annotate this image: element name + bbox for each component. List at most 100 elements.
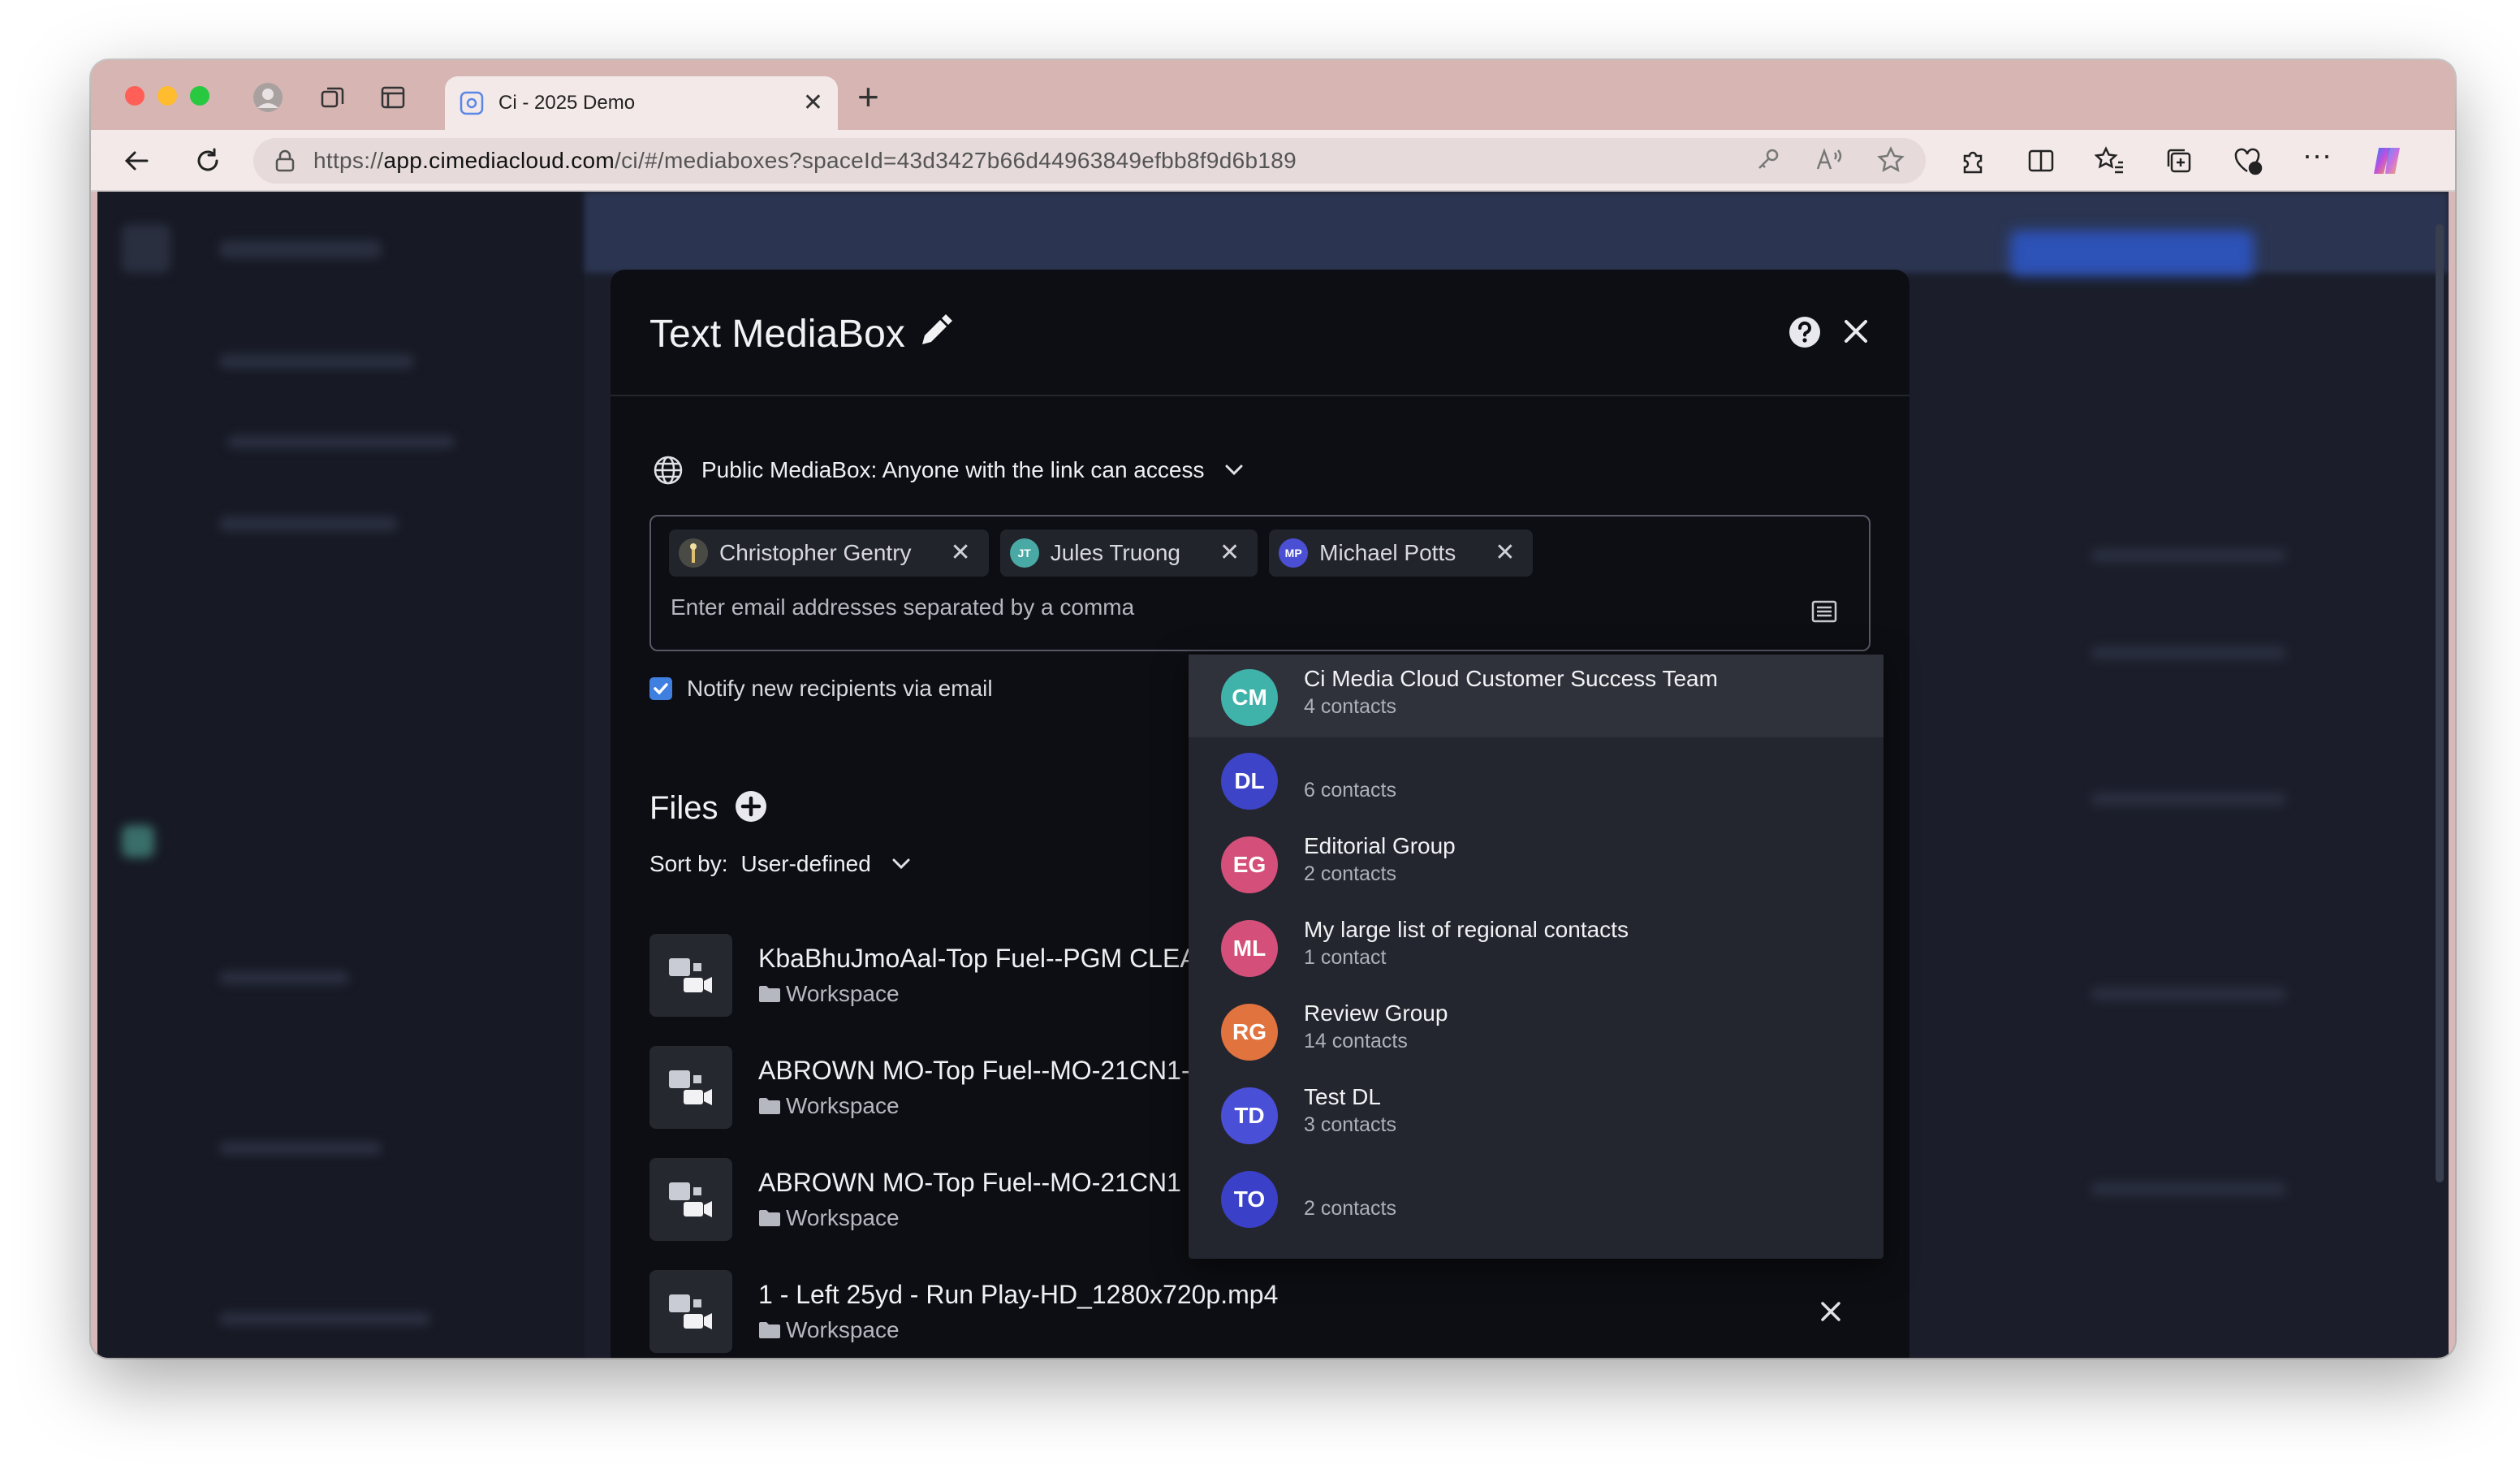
email-input[interactable] — [671, 594, 1726, 620]
notify-checkbox[interactable] — [649, 677, 672, 700]
file-name[interactable]: KbaBhuJmoAal-Top Fuel--PGM CLEA — [758, 944, 1197, 974]
distribution-list-dropdown: CM Ci Media Cloud Customer Success Team 4 … — [1189, 655, 1884, 1259]
remove-recipient-icon[interactable]: ✕ — [1219, 541, 1240, 565]
modal-header: Text MediaBox — [611, 270, 1909, 396]
sort-value[interactable]: User-defined — [740, 851, 870, 877]
dropdown-option[interactable]: RG Review Group 14 contacts — [1189, 989, 1884, 1072]
video-thumbnail-icon — [649, 1270, 732, 1353]
collections-icon[interactable] — [2164, 146, 2194, 175]
tab-strip: Ci - 2025 Demo ✕ + — [91, 60, 2455, 130]
remove-recipient-icon[interactable]: ✕ — [1495, 541, 1515, 565]
pencil-edit-icon[interactable] — [917, 312, 955, 353]
page-scrollbar[interactable] — [2436, 224, 2444, 1182]
close-icon[interactable] — [1841, 317, 1871, 350]
avatar: EG — [1221, 836, 1278, 893]
access-selector[interactable]: Public MediaBox: Anyone with the link ca… — [653, 455, 1246, 486]
contact-list-icon[interactable] — [1810, 598, 1838, 629]
maximize-window-button[interactable] — [190, 86, 209, 106]
help-icon[interactable] — [1788, 315, 1822, 353]
folder-icon — [759, 1322, 780, 1338]
avatar: TO — [1221, 1171, 1278, 1228]
favorites-icon[interactable] — [2095, 146, 2125, 175]
contact-count: 3 contacts — [1304, 1113, 1396, 1136]
modal-title: Text MediaBox — [649, 313, 905, 356]
recipient-chips: Christopher Gentry ✕ JT Jules Truong ✕ MP Mich… — [669, 529, 1534, 577]
blurred-sidebar — [97, 192, 585, 1358]
avatar — [679, 538, 708, 568]
browser-essentials-icon[interactable] — [2233, 146, 2263, 175]
dropdown-option[interactable]: ML My large list of regional contacts 1 co… — [1189, 905, 1884, 988]
remove-recipient-icon[interactable]: ✕ — [951, 541, 971, 565]
recipient-chip[interactable]: MP Michael Potts ✕ — [1269, 529, 1534, 577]
active-tab[interactable]: Ci - 2025 Demo ✕ — [445, 76, 838, 130]
video-thumbnail-icon — [649, 934, 732, 1017]
recipient-name: Jules Truong — [1050, 540, 1181, 565]
dropdown-option[interactable]: TO 2 contacts — [1189, 1156, 1884, 1239]
favorite-star-icon[interactable] — [1877, 146, 1905, 174]
notify-option[interactable]: Notify new recipients via email — [649, 676, 993, 702]
sort-label: Sort by: — [649, 851, 728, 876]
tab-title: Ci - 2025 Demo — [498, 92, 636, 114]
profile-icon[interactable] — [252, 81, 284, 114]
globe-icon — [654, 456, 683, 485]
tab-actions-icon[interactable] — [377, 81, 409, 114]
key-icon[interactable] — [1755, 146, 1781, 172]
chevron-down-icon[interactable] — [1222, 458, 1246, 482]
blurred-action-button — [2010, 231, 2254, 276]
group-name: Ci Media Cloud Customer Success Team — [1304, 666, 1718, 691]
contact-count: 14 contacts — [1304, 1030, 1408, 1052]
lock-icon[interactable] — [274, 149, 296, 173]
copilot-icon[interactable] — [2371, 143, 2406, 179]
remove-file-icon[interactable] — [1819, 1299, 1843, 1328]
file-location: Workspace — [758, 1093, 900, 1119]
avatar: MP — [1279, 538, 1309, 568]
file-name[interactable]: ABROWN MO-Top Fuel--MO-21CN1- — [758, 1056, 1190, 1086]
dropdown-option[interactable]: DL 6 contacts — [1189, 738, 1884, 821]
contact-count: 6 contacts — [1304, 779, 1396, 802]
notify-label: Notify new recipients via email — [687, 676, 993, 701]
group-name: Test DL — [1304, 1084, 1381, 1109]
address-bar[interactable]: https://app.cimediacloud.com/ci/#/mediab… — [253, 138, 1926, 184]
folder-name: Workspace — [786, 1093, 900, 1118]
video-thumbnail-icon — [649, 1046, 732, 1129]
dropdown-option[interactable]: CM Ci Media Cloud Customer Success Team 4 … — [1189, 655, 1884, 737]
extensions-icon[interactable] — [1958, 146, 1987, 175]
back-arrow-icon[interactable] — [119, 143, 154, 179]
files-title: Files — [649, 790, 718, 826]
avatar: JT — [1009, 538, 1039, 568]
recipient-chip[interactable]: JT Jules Truong ✕ — [999, 529, 1258, 577]
avatar: RG — [1221, 1004, 1278, 1061]
chevron-down-icon[interactable] — [889, 852, 913, 876]
file-location: Workspace — [758, 1317, 900, 1343]
minimize-window-button[interactable] — [158, 86, 177, 106]
new-tab-button[interactable]: + — [857, 78, 879, 115]
sort-selector[interactable]: Sort by: User-defined — [649, 851, 913, 877]
dropdown-option[interactable]: EG Editorial Group 2 contacts — [1189, 822, 1884, 905]
split-screen-icon[interactable] — [2026, 146, 2056, 175]
group-name: My large list of regional contacts — [1304, 917, 1629, 942]
contact-count: 1 contact — [1304, 946, 1387, 969]
close-window-button[interactable] — [125, 86, 145, 106]
reload-icon[interactable] — [190, 143, 226, 179]
file-location: Workspace — [758, 981, 900, 1007]
avatar: TD — [1221, 1087, 1278, 1144]
workspaces-icon[interactable] — [317, 81, 349, 114]
url-text[interactable]: https://app.cimediacloud.com/ci/#/mediab… — [313, 148, 1297, 174]
add-file-icon[interactable] — [734, 789, 768, 828]
more-options-icon[interactable]: ··· — [2302, 140, 2332, 170]
site-favicon-icon — [460, 91, 484, 115]
file-name[interactable]: ABROWN MO-Top Fuel--MO-21CN1 — [758, 1168, 1181, 1198]
contact-count: 2 contacts — [1304, 1197, 1396, 1220]
folder-icon — [759, 1210, 780, 1226]
avatar: ML — [1221, 920, 1278, 977]
recipient-name: Michael Potts — [1319, 540, 1456, 565]
dropdown-option[interactable]: TD Test DL 3 contacts — [1189, 1073, 1884, 1156]
access-label: Public MediaBox: Anyone with the link ca… — [701, 457, 1205, 482]
read-aloud-icon[interactable] — [1815, 146, 1843, 172]
file-row[interactable]: 1 - Left 25yd - Run Play-HD_1280x720p.mp… — [649, 1270, 1871, 1355]
contact-count: 4 contacts — [1304, 695, 1396, 718]
tab-close-icon[interactable]: ✕ — [803, 91, 823, 115]
recipient-chip[interactable]: Christopher Gentry ✕ — [669, 529, 989, 577]
recipients-field[interactable]: Christopher Gentry ✕ JT Jules Truong ✕ MP Mich… — [649, 515, 1871, 651]
file-name[interactable]: 1 - Left 25yd - Run Play-HD_1280x720p.mp… — [758, 1280, 1278, 1310]
